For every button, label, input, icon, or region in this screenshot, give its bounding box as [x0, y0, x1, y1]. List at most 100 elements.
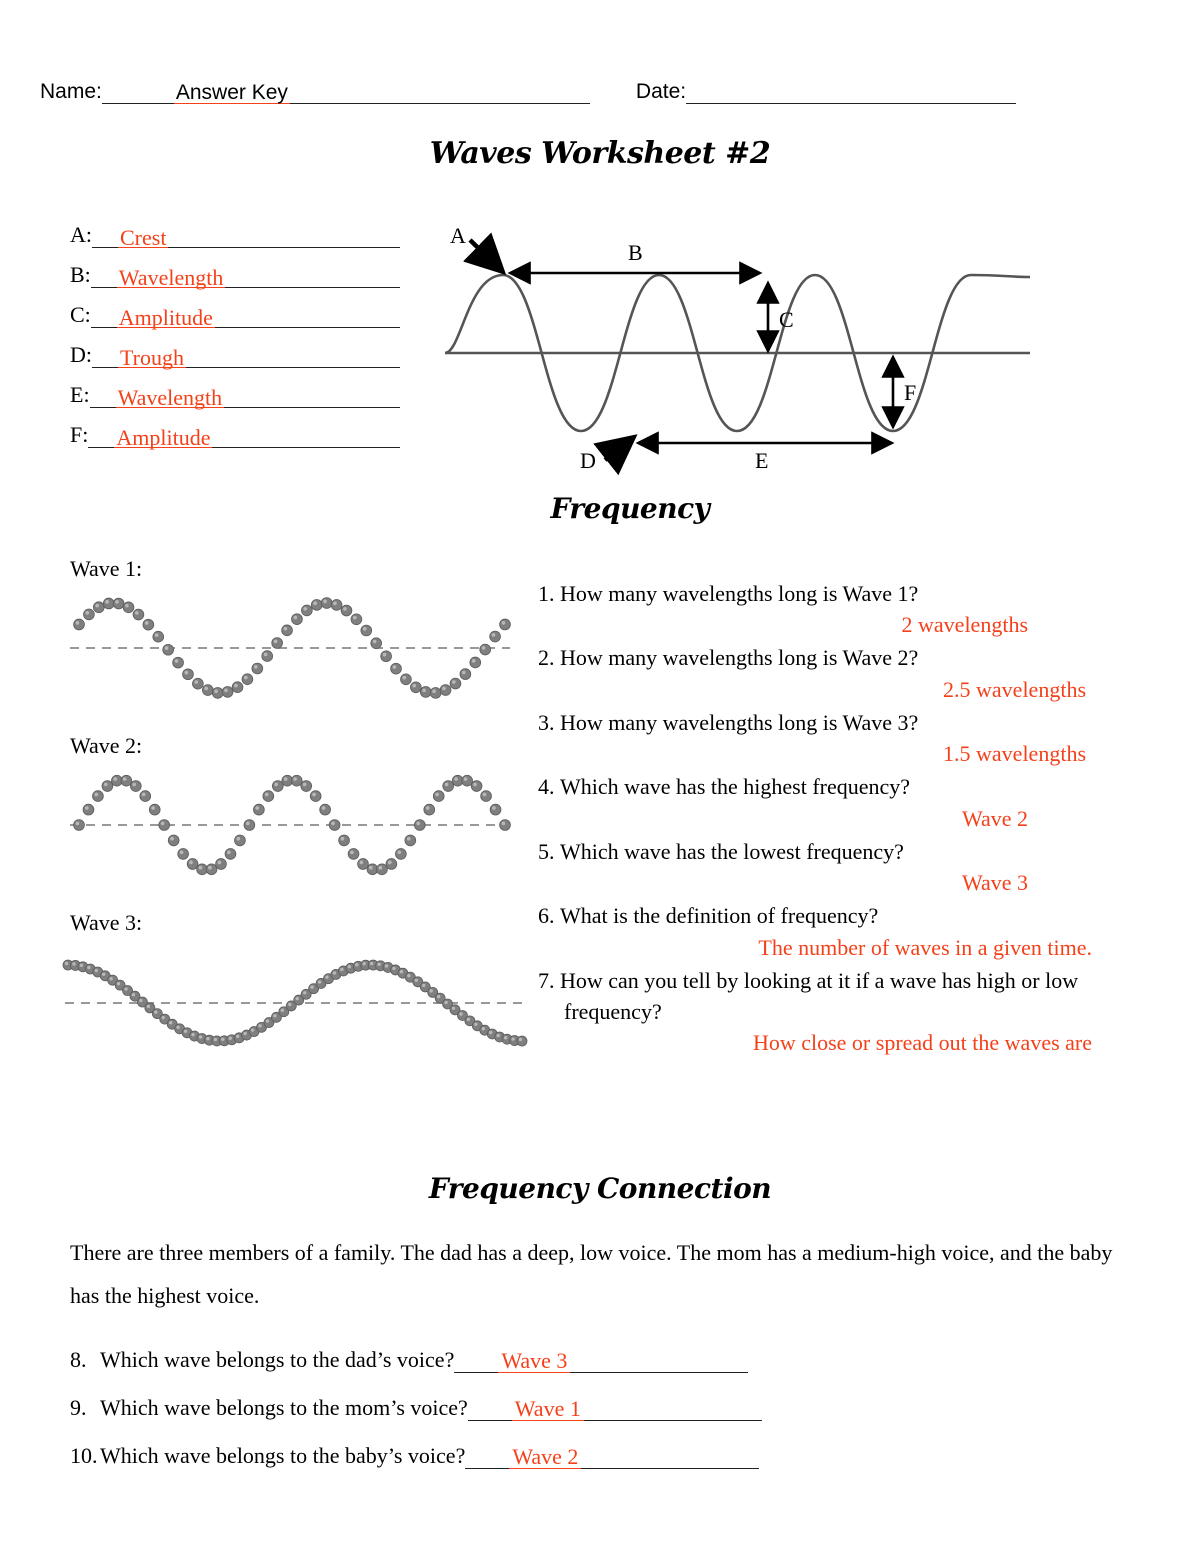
- name-answer[interactable]: Answer Key: [173, 81, 290, 104]
- question-6-answer[interactable]: The number of waves in a given time.: [538, 932, 1138, 963]
- question-7-answer[interactable]: How close or spread out the waves are: [538, 1027, 1138, 1058]
- question-7-text: 7. How can you tell by looking at it if a…: [538, 965, 1138, 996]
- question-3-number: 3.: [538, 709, 555, 735]
- wave-dot-highlight: [132, 782, 137, 787]
- bottom-question-10-answer[interactable]: Wave 2: [509, 1444, 582, 1469]
- wave-dot: [101, 780, 114, 792]
- wave-dot: [162, 643, 174, 656]
- wave-dot-highlight: [503, 1036, 508, 1040]
- wave-dot: [413, 819, 426, 831]
- wave-dot-highlight: [263, 652, 268, 657]
- label-answer-f[interactable]: Amplitude: [114, 425, 213, 450]
- wave-dot-highlight: [429, 989, 433, 993]
- question-4-answer[interactable]: Wave 2: [538, 803, 1138, 834]
- wave-dot-highlight: [227, 850, 231, 855]
- question-2-text: 2. How many wavelengths long is Wave 2?: [538, 642, 1138, 673]
- bottom-question-9-answer[interactable]: Wave 1: [511, 1396, 584, 1421]
- wave-dot: [148, 803, 161, 816]
- question-2-number: 2.: [538, 645, 555, 671]
- wave-dot: [224, 848, 237, 860]
- wave-dot-highlight: [402, 675, 407, 680]
- wave-dot: [221, 686, 234, 698]
- wave-dot-highlight: [131, 992, 136, 997]
- wave-dot-highlight: [501, 621, 506, 625]
- wave-dot: [130, 780, 142, 792]
- question-1-answer[interactable]: 2 wavelengths: [538, 609, 1138, 640]
- question-row-3: 3. How many wavelengths long is Wave 3? 1…: [538, 707, 1138, 769]
- label-answer-c[interactable]: Amplitude: [116, 305, 215, 330]
- wave-dot-highlight: [489, 1030, 493, 1035]
- diagram-label-e: E: [755, 448, 768, 473]
- wave-dot-highlight: [473, 782, 477, 787]
- wave-dot: [211, 687, 224, 699]
- wave-dot-highlight: [253, 665, 258, 669]
- wave-dot: [442, 780, 455, 792]
- wave-dot-highlight: [288, 1002, 292, 1007]
- diagram-label-f: F: [904, 380, 916, 405]
- wave-dot-highlight: [347, 964, 352, 969]
- question-3-answer[interactable]: 1.5 wavelengths: [538, 738, 1138, 769]
- wave-dot-highlight: [435, 792, 439, 797]
- wave-dot-highlight: [103, 782, 108, 787]
- bottom-question-8-blank-post: [570, 1348, 749, 1373]
- wave-dot-highlight: [442, 686, 446, 691]
- name-blank-left: [101, 81, 174, 104]
- wave-dot-highlight: [169, 1021, 173, 1025]
- bottom-question-8-answer[interactable]: Wave 3: [498, 1348, 571, 1373]
- label-row-f: F: Amplitude: [70, 408, 400, 450]
- wave-dot-highlight: [179, 850, 184, 855]
- bottom-question-row-10: 10. Which wave belongs to the baby’s voi…: [70, 1421, 1130, 1469]
- wave-dot-highlight: [255, 806, 260, 810]
- wave-dot-highlight: [432, 689, 436, 694]
- wave-dot-highlight: [198, 865, 203, 870]
- wave-dot: [469, 656, 482, 669]
- wave-dot: [470, 780, 483, 792]
- wave-dot-highlight: [333, 601, 337, 606]
- question-5-answer[interactable]: Wave 3: [538, 867, 1138, 898]
- wave-dot-highlight: [302, 782, 307, 787]
- label-answer-a[interactable]: Crest: [118, 225, 169, 250]
- question-6-number: 6.: [538, 903, 555, 929]
- wave-dot: [449, 677, 462, 690]
- wave-dot-highlight: [176, 1025, 180, 1030]
- label-row-c: C: Amplitude: [70, 288, 400, 330]
- wave-dot-highlight: [280, 1008, 285, 1012]
- wave-dot: [262, 790, 275, 802]
- wave-dot: [400, 673, 412, 686]
- label-answer-b[interactable]: Wavelength: [116, 265, 226, 290]
- question-3-body: How many wavelengths long is Wave 3?: [560, 709, 919, 735]
- wave3-label: Wave 3:: [70, 910, 143, 935]
- wave-dot-highlight: [113, 777, 118, 781]
- question-1-number: 1.: [538, 581, 555, 606]
- wave-dot-highlight: [392, 966, 396, 971]
- name-blank-right: [289, 81, 590, 104]
- label-answer-e[interactable]: Wavelength: [115, 385, 225, 410]
- wave-dot-highlight: [85, 806, 89, 810]
- wave-dot-highlight: [151, 806, 155, 810]
- question-row-5: 5. Which wave has the lowest frequency? W…: [538, 836, 1138, 898]
- label-letter-f: F:: [70, 422, 89, 447]
- wave-dot-highlight: [75, 621, 80, 625]
- arrow-d: [593, 434, 638, 475]
- label-letter-a: A:: [70, 222, 92, 247]
- question-3-text: 3. How many wavelengths long is Wave 3?: [538, 707, 1138, 738]
- wave-dot-highlight: [362, 962, 366, 966]
- wave-dot-highlight: [491, 633, 496, 637]
- wave-dot-highlight: [198, 1035, 203, 1039]
- wave-dot: [281, 624, 293, 637]
- wave-dot: [290, 774, 303, 787]
- arrow-a: [463, 232, 507, 276]
- date-blank[interactable]: [686, 81, 1017, 104]
- wave-dot-highlight: [295, 996, 299, 1001]
- question-4-number: 4.: [538, 774, 555, 800]
- wave-dot-highlight: [293, 777, 297, 781]
- bottom-question-row-8: 8. Which wave belongs to the dad’s voice…: [70, 1325, 1130, 1373]
- wave-dot-highlight: [183, 1029, 188, 1033]
- label-answer-d[interactable]: Trough: [118, 345, 186, 370]
- wave-dot: [102, 597, 115, 610]
- wave-dot-highlight: [436, 994, 441, 999]
- question-2-answer[interactable]: 2.5 wavelengths: [538, 674, 1138, 705]
- wave-dot: [338, 834, 350, 847]
- wave-dot-highlight: [425, 806, 430, 810]
- wave-dot: [93, 601, 105, 614]
